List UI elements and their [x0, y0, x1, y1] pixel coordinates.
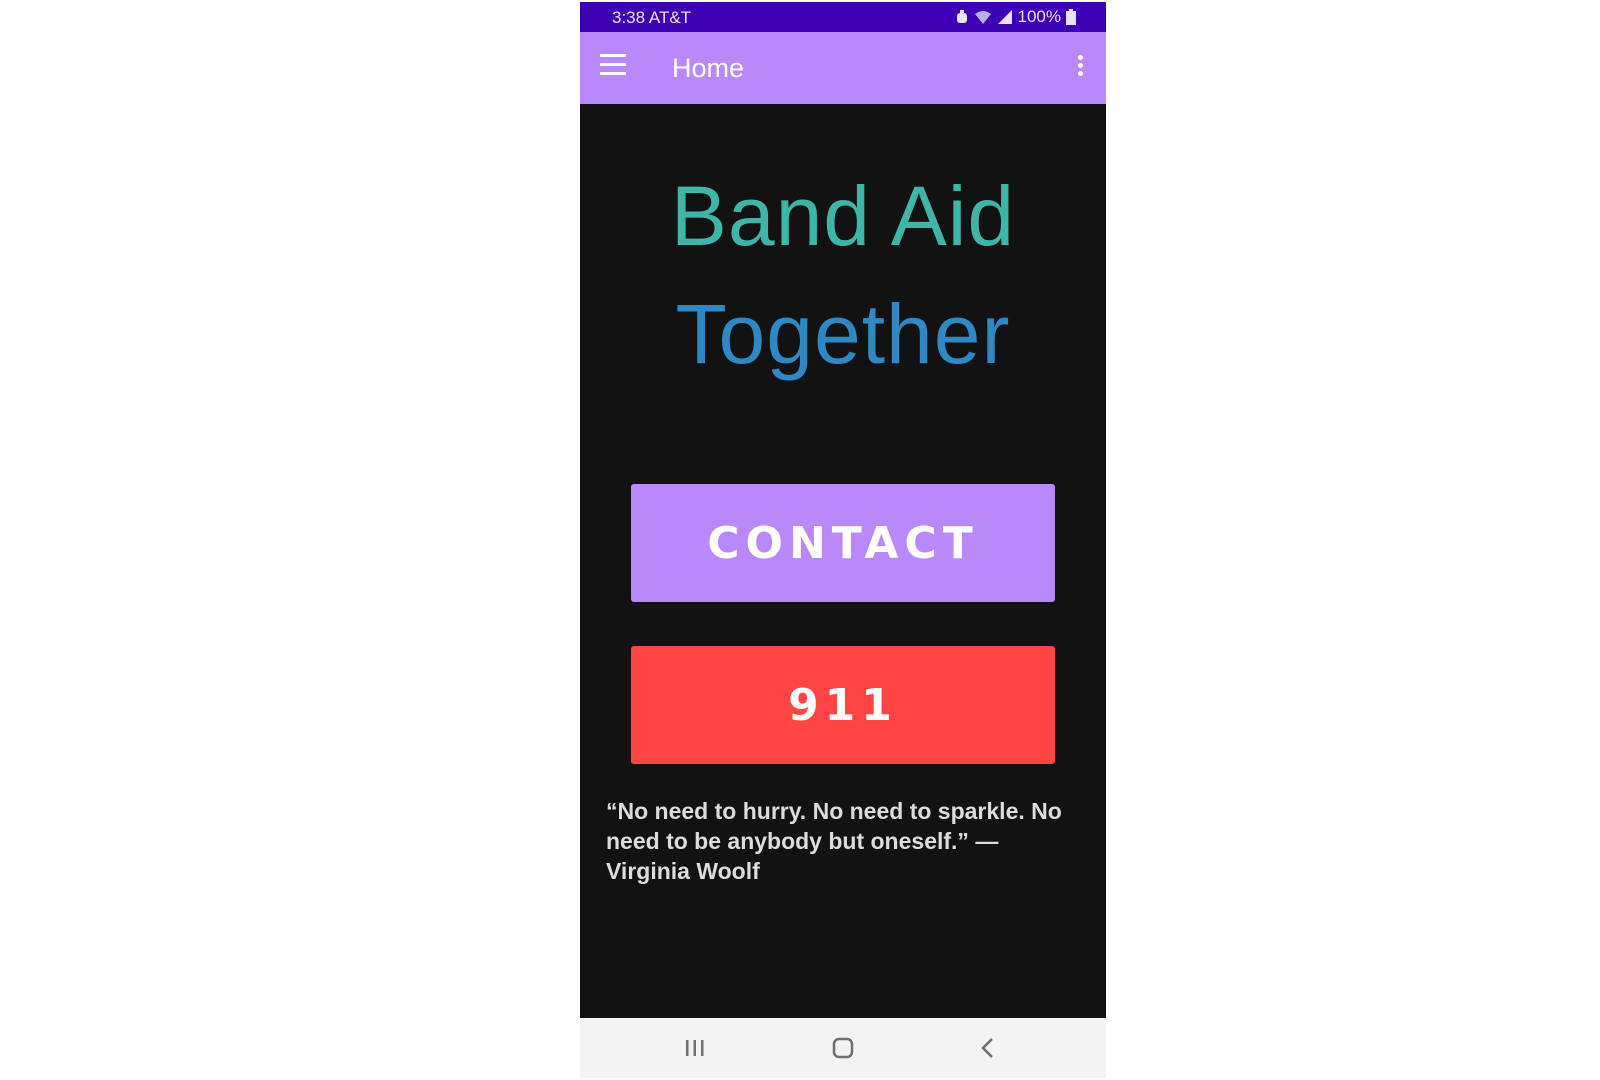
app-title-line-1: Band Aid: [670, 169, 1016, 263]
signal-icon: [997, 9, 1013, 25]
system-nav-bar: [580, 1018, 1106, 1078]
alarm-icon: [955, 9, 969, 25]
status-time-carrier: 3:38 AT&T: [612, 8, 692, 27]
app-bar: Home: [580, 32, 1106, 104]
page-title: Home: [672, 53, 745, 83]
battery-icon: [1066, 9, 1076, 25]
battery-level: 100%: [1017, 7, 1061, 26]
more-vertical-icon[interactable]: [1068, 52, 1092, 84]
contact-button[interactable]: CONTACT: [631, 484, 1055, 602]
quote-text: “No need to hurry. No need to sparkle. N…: [606, 798, 1062, 884]
status-bar: 3:38 AT&T 100%: [580, 2, 1106, 32]
emergency-911-button[interactable]: 911: [631, 646, 1055, 764]
recents-icon[interactable]: [675, 1032, 715, 1064]
home-icon[interactable]: [823, 1032, 863, 1064]
app-title-line-2: Together: [675, 287, 1011, 381]
wifi-icon: [974, 9, 992, 25]
menu-icon[interactable]: [600, 54, 630, 82]
phone-screen: 3:38 AT&T 100% Home Band Aid Together CO…: [580, 2, 1106, 1078]
status-icons: 100%: [955, 7, 1076, 27]
back-icon[interactable]: [968, 1032, 1008, 1064]
